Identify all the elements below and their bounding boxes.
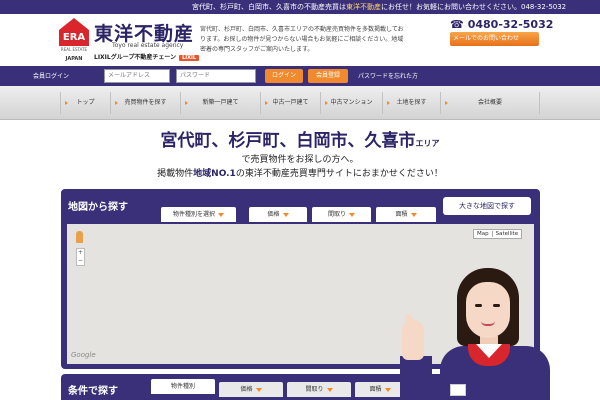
forgot-password-link[interactable]: パスワードを忘れた方	[358, 71, 418, 80]
condition-panel-title: 条件で探す	[68, 386, 118, 397]
google-attribution: Google	[71, 351, 96, 359]
site-header: ERA REAL ESTATE JAPAN 東洋不動産 Toyo real es…	[0, 14, 600, 66]
staff-face	[466, 282, 510, 338]
area-headline-main: 宮代町、杉戸町、白岡市、久喜市	[160, 131, 416, 151]
phone-label: 0480-32-5032	[467, 18, 554, 31]
site-intro-text: 宮代町、杉戸町、白岡市、久喜市エリアの不動産売買物件を多数掲載しております。お探…	[200, 26, 404, 53]
headline-tagline: 掲載物件地域NO.1の東洋不動産売買専門サイトにおまかせください！	[0, 166, 600, 179]
cond-tab-area-label: 面積	[369, 386, 382, 393]
era-logo[interactable]: ERA REAL ESTATE JAPAN	[57, 18, 91, 62]
chevron-down-icon	[410, 212, 417, 217]
chain-label: LIXILグループ不動産チェーン	[94, 54, 177, 61]
logo-country: JAPAN	[65, 56, 83, 62]
name-badge-icon	[450, 384, 466, 396]
chevron-down-icon	[326, 387, 333, 392]
phone-icon: ☎	[450, 18, 464, 31]
big-map-button[interactable]: 大きな地図で探す	[443, 197, 531, 215]
top-info-strip: 宮代町、杉戸町、白岡市、久喜市の不動産売買は東洋不動産にお任せ！お気軽にお問い合…	[0, 0, 600, 14]
tab-area-label: 面積	[395, 211, 408, 218]
staff-sleeve	[400, 356, 432, 400]
cond-tab-layout[interactable]: 間取り	[287, 382, 351, 397]
map-type-map[interactable]: Map	[474, 231, 492, 237]
top-strip-prefix: 宮代町、杉戸町、白岡市、久喜市の不動産売買は	[192, 3, 346, 11]
cond-tab-layout-label: 間取り	[305, 386, 324, 393]
tab-layout-label: 間取り	[327, 211, 346, 218]
nav-item-used-house[interactable]: 中古一戸建て	[260, 92, 320, 114]
top-strip-highlight: 東洋不動産	[346, 3, 381, 11]
tab-area[interactable]: 面積	[376, 207, 436, 222]
nav-item-top[interactable]: トップ	[60, 92, 110, 114]
mail-contact-button[interactable]: メールでのお問い合わせ	[450, 32, 539, 46]
cond-tab-area[interactable]: 面積	[355, 382, 405, 397]
chevron-down-icon	[218, 212, 224, 217]
zoom-out-button[interactable]: −	[77, 257, 84, 265]
nav-item-mansion[interactable]: 中古マンション	[320, 92, 382, 114]
tab-layout[interactable]: 間取り	[312, 207, 371, 222]
staff-photo	[400, 268, 550, 400]
phone-number[interactable]: ☎ 0480-32-5032	[450, 18, 553, 31]
staff-smile	[481, 321, 495, 326]
login-bar: 会員ログイン ログイン 会員登録 パスワードを忘れた方	[0, 66, 600, 86]
chevron-down-icon	[349, 212, 355, 217]
logo-sub: REAL ESTATE	[60, 47, 88, 52]
cond-tab-property-type-label: 物件種別	[170, 383, 195, 390]
tagline-suffix: の東洋不動産売買専門サイトにおまかせください！	[235, 169, 443, 179]
tab-price-label: 価格	[267, 211, 280, 218]
tab-property-type[interactable]: 物件種別を選択	[161, 207, 236, 222]
zoom-in-button[interactable]: +	[77, 249, 84, 257]
map-type-satellite[interactable]: Satellite	[491, 231, 522, 237]
chain-badge: LIXIL	[179, 55, 200, 61]
nav-item-search[interactable]: 売買物件を探す	[110, 92, 180, 114]
login-button[interactable]: ログイン	[265, 69, 303, 83]
tagline-prefix: 掲載物件	[157, 169, 194, 179]
cond-tab-price[interactable]: 価格	[219, 382, 283, 397]
zoom-control[interactable]: + −	[76, 248, 85, 266]
street-view-pegman-icon[interactable]	[76, 231, 83, 243]
headline-subtext: で売買物件をお探しの方へ。	[241, 155, 359, 165]
login-label: 会員ログイン	[33, 73, 70, 80]
global-nav: トップ 売買物件を探す 新築一戸建て 中古一戸建て 中古マンション 土地を探す …	[0, 86, 600, 120]
tab-price[interactable]: 価格	[249, 207, 307, 222]
nav-item-land[interactable]: 土地を探す	[382, 92, 440, 114]
chevron-down-icon	[255, 387, 262, 392]
staff-eye	[493, 304, 500, 307]
area-headline: 宮代町、杉戸町、白岡市、久喜市エリア	[0, 126, 600, 151]
tab-property-type-label: 物件種別を選択	[172, 211, 215, 218]
chevron-down-icon	[282, 212, 289, 217]
staff-eye	[475, 304, 482, 307]
cond-tab-price-label: 価格	[240, 386, 253, 393]
map-type-control[interactable]: Map Satellite	[473, 229, 523, 239]
nav-item-company[interactable]: 会社概要	[440, 92, 540, 114]
nav-item-new-house[interactable]: 新築一戸建て	[180, 92, 260, 114]
register-button[interactable]: 会員登録	[308, 69, 348, 83]
logo-mark: ERA	[59, 30, 89, 46]
map-panel-title: 地図から探す	[68, 202, 128, 213]
password-input[interactable]	[176, 69, 256, 83]
company-english-name: Toyo real estate agency	[112, 42, 184, 49]
top-strip-suffix: にお任せ！お気軽にお問い合わせください。048-32-5032	[381, 3, 567, 11]
company-chain: LIXILグループ不動産チェーン LIXIL	[94, 52, 200, 61]
chevron-down-icon	[384, 387, 391, 392]
area-headline-suffix: エリア	[415, 139, 440, 148]
tagline-bold: 地域NO.1	[193, 169, 236, 179]
email-input[interactable]	[104, 69, 170, 83]
logo-roof-icon	[59, 18, 89, 30]
cond-tab-property-type[interactable]: 物件種別	[151, 379, 215, 394]
